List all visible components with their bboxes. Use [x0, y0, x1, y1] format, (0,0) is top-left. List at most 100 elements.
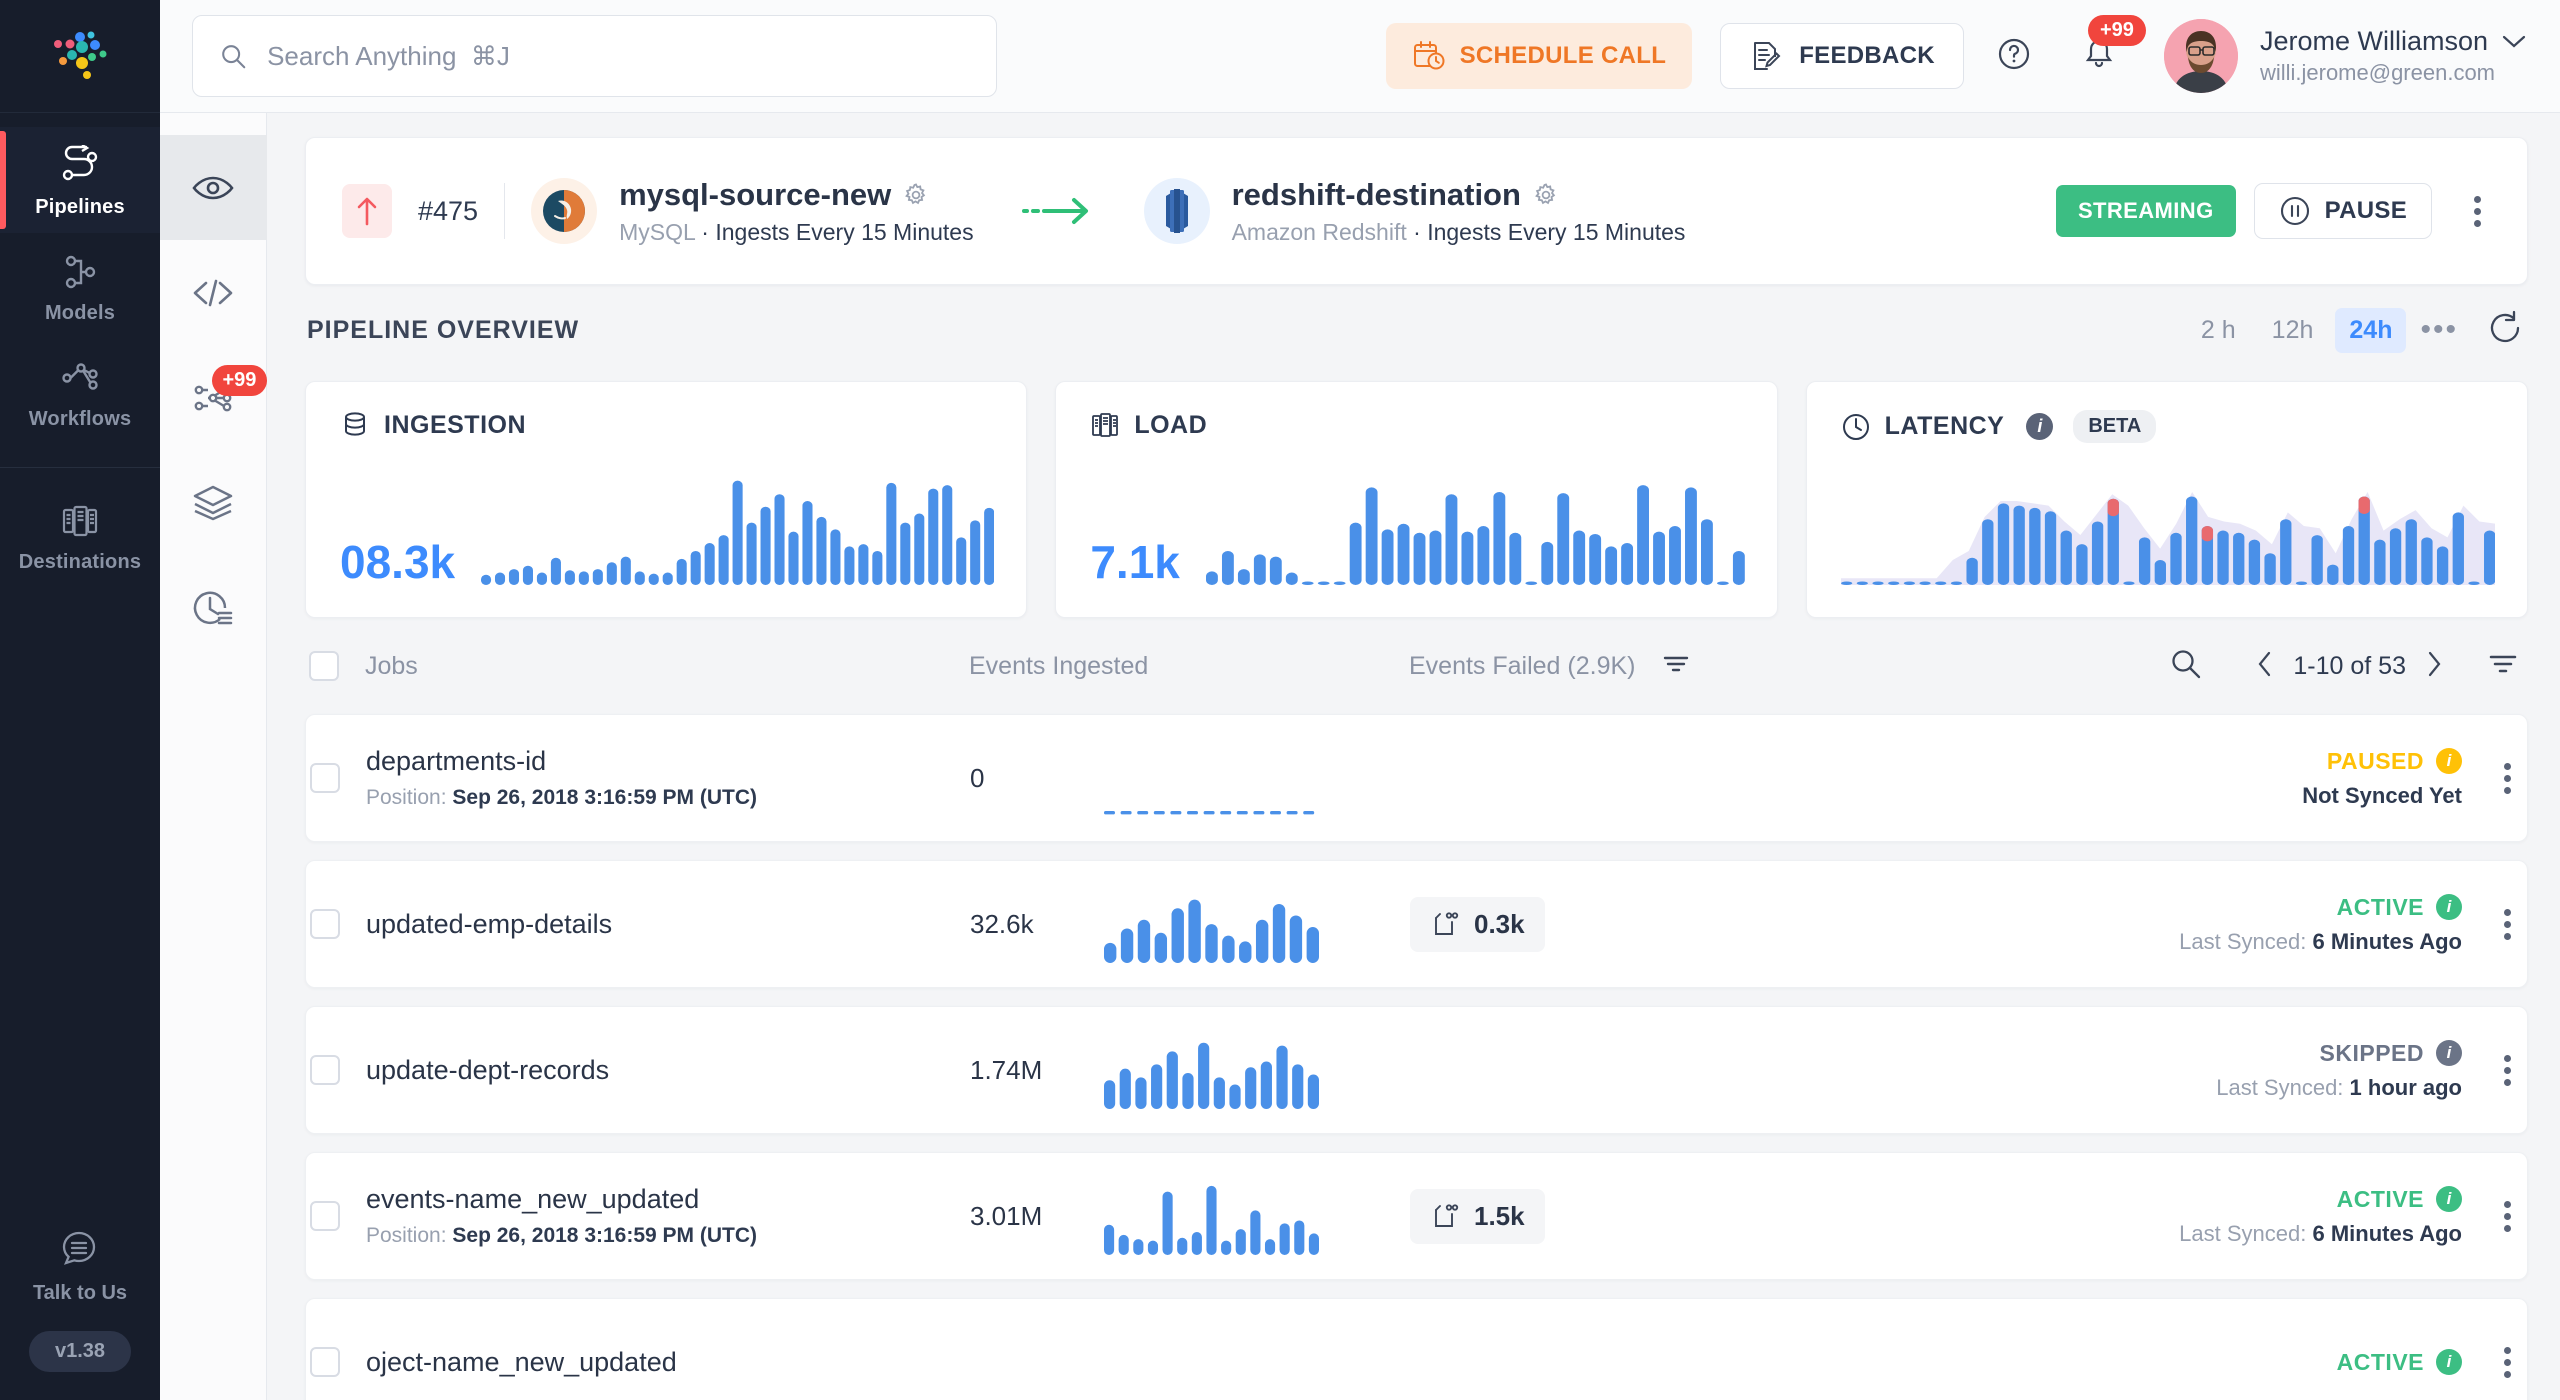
- notifications-button[interactable]: +99: [2078, 33, 2120, 80]
- rail-item-activity[interactable]: [160, 555, 267, 660]
- job-info: departments-idPosition: Sep 26, 2018 3:1…: [366, 746, 757, 810]
- source-text: mysql-source-new MySQL · Ingests Every 1…: [619, 177, 974, 246]
- table-row[interactable]: updated-emp-details32.6k0.3kACTIVEiLast …: [305, 860, 2528, 988]
- sidebar-item-label: Models: [45, 302, 115, 325]
- search-input[interactable]: [267, 41, 970, 72]
- rail-item-objects[interactable]: [160, 450, 267, 555]
- prev-page-button[interactable]: [2257, 650, 2273, 683]
- events-failed-sort-button[interactable]: [1658, 648, 1694, 685]
- job-name[interactable]: events-name_new_updated: [366, 1184, 757, 1215]
- sidebar-item-pipelines[interactable]: Pipelines: [0, 127, 160, 233]
- pipeline-source[interactable]: mysql-source-new MySQL · Ingests Every 1…: [531, 177, 974, 246]
- row-sparkline: [1104, 1177, 1319, 1255]
- status-info-icon[interactable]: i: [2436, 1040, 2462, 1066]
- talk-to-us-button[interactable]: Talk to Us: [33, 1228, 127, 1305]
- feedback-button[interactable]: FEEDBACK: [1720, 23, 1964, 89]
- rail-item-schema-mapper[interactable]: +99: [160, 345, 267, 450]
- user-menu[interactable]: Jerome Williamson willi.jerome@green.com: [2260, 26, 2526, 86]
- row-more-button[interactable]: [2494, 898, 2521, 951]
- notification-badge: +99: [2088, 15, 2146, 46]
- row-checkbox[interactable]: [310, 1347, 340, 1377]
- gear-icon[interactable]: [903, 182, 929, 208]
- events-ingested-value: 1.74M: [970, 1055, 1090, 1086]
- pause-button[interactable]: PAUSE: [2254, 183, 2432, 239]
- avatar[interactable]: [2164, 19, 2238, 93]
- metric-card-latency: LATENCY i BETA: [1806, 381, 2528, 618]
- source-schedule: Ingests Every 15 Minutes: [715, 219, 973, 245]
- latency-info-icon[interactable]: i: [2026, 413, 2053, 440]
- separator: ·: [1407, 219, 1427, 245]
- refresh-button[interactable]: [2486, 309, 2524, 352]
- row-checkbox[interactable]: [310, 763, 340, 793]
- source-type: MySQL: [619, 219, 695, 245]
- history-icon: [190, 585, 236, 631]
- help-button[interactable]: [1994, 34, 2034, 79]
- divider: [504, 183, 505, 239]
- time-filter-12h[interactable]: 12h: [2258, 308, 2328, 353]
- search-box[interactable]: [192, 15, 997, 97]
- calendar-clock-icon: [1412, 39, 1446, 73]
- destination-subtitle: Amazon Redshift · Ingests Every 15 Minut…: [1232, 219, 1686, 246]
- time-filter-24h[interactable]: 24h: [2335, 308, 2406, 353]
- status-info-icon[interactable]: i: [2436, 1349, 2462, 1375]
- redshift-logo-icon: [1144, 178, 1210, 244]
- pipeline-more-button[interactable]: [2464, 185, 2491, 238]
- gear-icon[interactable]: [1533, 182, 1559, 208]
- sidebar-item-models[interactable]: Models: [0, 233, 160, 339]
- row-ingested-cell: 3.01M: [970, 1177, 1410, 1255]
- eye-icon: [190, 165, 236, 211]
- time-filter-2h[interactable]: 2 h: [2187, 308, 2250, 353]
- table-search-button[interactable]: [2165, 643, 2207, 690]
- row-more-button[interactable]: [2494, 1190, 2521, 1243]
- rail-item-overview[interactable]: [160, 135, 267, 240]
- sidebar-item-workflows[interactable]: Workflows: [0, 339, 160, 445]
- pagination: 1-10 of 53: [2257, 650, 2442, 683]
- table-row[interactable]: departments-idPosition: Sep 26, 2018 3:1…: [305, 714, 2528, 842]
- chevron-right-icon: [2426, 650, 2442, 678]
- select-all-checkbox[interactable]: [309, 651, 339, 681]
- table-row[interactable]: update-dept-records1.74MSKIPPEDiLast Syn…: [305, 1006, 2528, 1134]
- row-more-button[interactable]: [2494, 1336, 2521, 1389]
- row-checkbox[interactable]: [310, 909, 340, 939]
- schedule-call-button[interactable]: SCHEDULE CALL: [1386, 23, 1693, 89]
- avatar-image: [2164, 19, 2238, 93]
- status-info-icon[interactable]: i: [2436, 748, 2462, 774]
- sidebar-item-destinations[interactable]: Destinations: [0, 482, 160, 588]
- row-checkbox[interactable]: [310, 1201, 340, 1231]
- pipeline-destination[interactable]: redshift-destination Amazon Redshift · I…: [1144, 177, 1686, 246]
- events-failed-chip[interactable]: 1.5k: [1410, 1189, 1545, 1244]
- status-info-icon[interactable]: i: [2436, 894, 2462, 920]
- code-icon: [190, 270, 236, 316]
- next-page-button[interactable]: [2426, 650, 2442, 683]
- job-name[interactable]: update-dept-records: [366, 1055, 609, 1086]
- destination-schedule: Ingests Every 15 Minutes: [1427, 219, 1685, 245]
- secondary-rail: +99: [160, 113, 267, 1400]
- status-badge[interactable]: STREAMING: [2056, 185, 2236, 237]
- source-title-row: mysql-source-new: [619, 177, 974, 213]
- row-checkbox[interactable]: [310, 1055, 340, 1085]
- time-filter-more-button[interactable]: •••: [2420, 315, 2458, 345]
- layers-icon: [190, 480, 236, 526]
- row-jobs-cell: oject-name_new_updated: [310, 1347, 970, 1378]
- app-logo[interactable]: [0, 0, 160, 113]
- job-name[interactable]: updated-emp-details: [366, 909, 612, 940]
- row-ingested-cell: 32.6k: [970, 885, 1410, 963]
- status-info-icon[interactable]: i: [2436, 1186, 2462, 1212]
- job-name[interactable]: departments-id: [366, 746, 757, 777]
- events-failed-chip[interactable]: 0.3k: [1410, 897, 1545, 952]
- table-row[interactable]: events-name_new_updatedPosition: Sep 26,…: [305, 1152, 2528, 1280]
- pipeline-id: #475: [418, 196, 478, 227]
- status-line: PAUSEDi: [2327, 748, 2462, 775]
- row-more-button[interactable]: [2494, 752, 2521, 805]
- rail-item-transformations[interactable]: [160, 240, 267, 345]
- row-ingested-cell: 0: [970, 739, 1410, 817]
- load-body: 7.1k: [1090, 440, 1744, 591]
- job-name[interactable]: oject-name_new_updated: [366, 1347, 677, 1378]
- top-bar: SCHEDULE CALL FEEDBACK: [160, 0, 2560, 113]
- status-badge: ACTIVE: [2337, 894, 2424, 921]
- column-header-events-ingested: Events Ingested: [969, 652, 1409, 681]
- row-more-button[interactable]: [2494, 1044, 2521, 1097]
- row-sparkline: [1104, 885, 1319, 963]
- table-filter-button[interactable]: [2484, 647, 2522, 686]
- table-row[interactable]: oject-name_new_updatedACTIVEi: [305, 1298, 2528, 1400]
